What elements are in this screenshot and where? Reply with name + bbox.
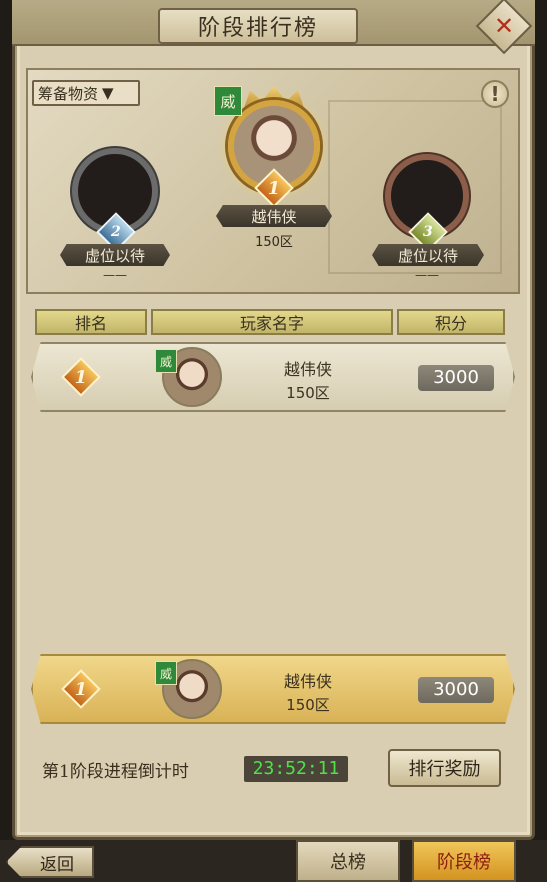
third-place-server: —— [415,268,439,282]
back-button[interactable]: 返回 [6,846,94,878]
countdown-label: 第1阶段进程倒计时 [42,762,189,782]
wei-badge-icon: 威 [155,349,177,373]
champion-name: 越伟侠 [216,205,332,227]
chevron-down-icon: ▼ [102,84,114,102]
column-header-score: 积分 [397,309,505,335]
column-header-rank: 排名 [35,309,147,335]
column-header-player: 玩家名字 [151,309,393,335]
second-place-name: 虚位以待 [60,244,170,266]
self-player-name: 越伟侠 [283,672,332,691]
self-score: 3000 [418,677,494,703]
wei-badge-icon: 威 [155,661,177,685]
page-title: 阶段排行榜 [158,8,358,44]
champion-server: 150区 [255,235,293,250]
second-place-server: —— [103,268,127,282]
close-icon: ✕ [493,11,515,40]
row-player-server: 150区 [286,384,330,402]
category-dropdown[interactable]: 筹备物资 ▼ [32,80,140,106]
row-player-name: 越伟侠 [283,360,332,379]
dropdown-label: 筹备物资 [38,84,99,103]
tab-stage-ranking[interactable]: 阶段榜 [412,840,516,882]
tab-total-ranking[interactable]: 总榜 [296,840,400,882]
wei-badge-icon: 威 [214,86,242,116]
rank-reward-button[interactable]: 排行奖励 [388,749,501,787]
self-player-server: 150区 [286,696,330,714]
countdown-timer: 23:52:11 [244,756,348,782]
info-icon[interactable]: ! [481,80,509,108]
third-place-name: 虚位以待 [372,244,484,266]
row-score: 3000 [418,365,494,391]
